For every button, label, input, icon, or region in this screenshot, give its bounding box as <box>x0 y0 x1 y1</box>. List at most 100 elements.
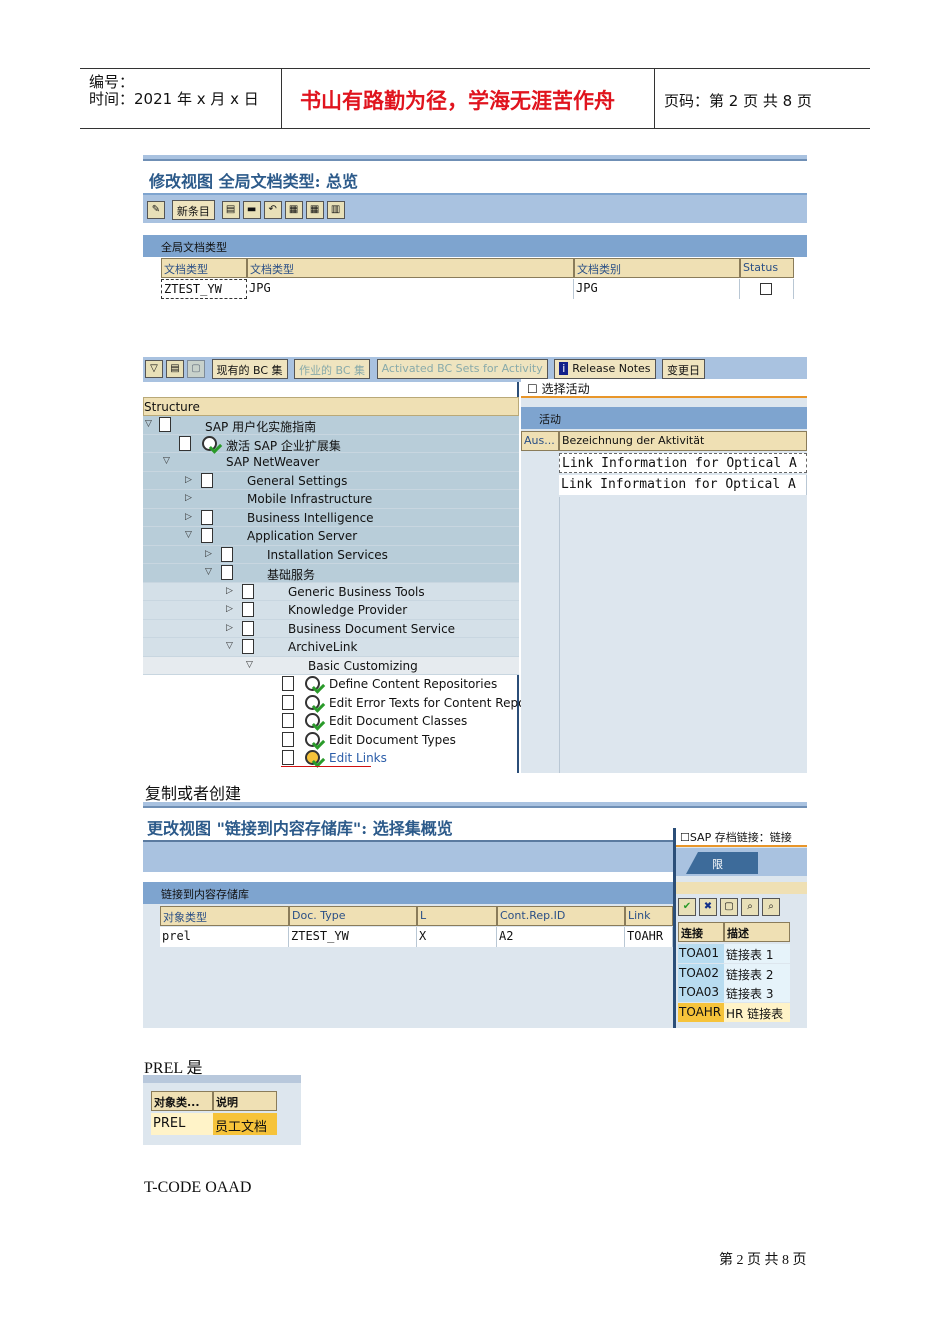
document-icon[interactable] <box>282 676 294 691</box>
tree-node[interactable]: Define Content Repositories <box>143 675 519 694</box>
link-table-code[interactable]: TOAHR <box>678 1002 724 1022</box>
tree-node[interactable]: ▷ Business Intelligence <box>143 509 519 527</box>
tree-node[interactable]: ▷ Knowledge Provider <box>143 601 519 620</box>
filter-icon[interactable]: ▽ <box>145 360 163 378</box>
document-icon[interactable] <box>282 694 294 710</box>
collapse-icon[interactable]: ▽ <box>185 530 192 540</box>
document-icon[interactable] <box>242 602 254 617</box>
col-header[interactable]: Aus... <box>521 431 559 451</box>
expand-icon[interactable]: ▷ <box>185 493 192 503</box>
undo-icon[interactable]: ↶ <box>263 201 282 219</box>
tree-node[interactable]: ▷ General Settings <box>143 472 519 490</box>
col-header[interactable]: Status <box>740 258 794 278</box>
tree-node[interactable]: ▽ 基础服务 <box>143 564 519 583</box>
expand-icon[interactable]: ▷ <box>185 512 192 522</box>
tree-node[interactable]: Edit Error Texts for Content Repo <box>143 694 525 713</box>
tree-node[interactable]: ▽ SAP NetWeaver <box>143 453 519 472</box>
document-icon[interactable] <box>282 731 294 747</box>
document-icon[interactable] <box>179 435 191 451</box>
l-cell[interactable]: X <box>417 927 497 947</box>
collapse-icon[interactable]: ▽ <box>226 641 233 651</box>
tree-icon[interactable]: ▤ <box>166 360 184 378</box>
object-type-cell[interactable]: PREL <box>151 1113 213 1135</box>
col-header[interactable]: 文档类型 <box>161 258 247 278</box>
tree-node[interactable]: ▽ Basic Customizing <box>143 657 519 675</box>
content-rep-cell[interactable]: A2 <box>497 927 625 947</box>
doc-class-cell[interactable]: JPG <box>574 279 740 299</box>
tree-node[interactable]: ▷ Mobile Infrastructure <box>143 490 519 509</box>
link-cell[interactable]: TOAHR <box>625 927 673 947</box>
document-icon[interactable] <box>242 583 254 599</box>
collapse-icon[interactable]: ▽ <box>163 456 170 466</box>
execute-clock-icon[interactable] <box>305 750 320 765</box>
change-date-button[interactable]: 变更日 <box>662 359 706 379</box>
new-entry-button[interactable]: 新条目 <box>171 200 215 220</box>
tree-node[interactable]: Edit Document Classes <box>143 712 519 731</box>
tree-node[interactable]: ▷ Business Document Service <box>143 620 519 638</box>
document-icon[interactable] <box>282 713 294 728</box>
doc-icon[interactable]: ▢ <box>187 360 205 378</box>
find-icon[interactable]: ⌕ <box>741 898 759 916</box>
col-header[interactable]: L <box>417 906 497 926</box>
expand-icon[interactable]: ▷ <box>205 549 212 559</box>
document-icon[interactable] <box>221 546 233 562</box>
document-icon[interactable] <box>221 565 233 580</box>
doc-type-cell[interactable]: ZTEST_YW <box>161 279 247 299</box>
expand-icon[interactable]: ▷ <box>226 623 233 633</box>
document-icon[interactable] <box>282 750 294 765</box>
existing-bc-sets-button[interactable]: 现有的 BC 集 <box>211 359 288 379</box>
link-table-code[interactable]: TOA03 <box>678 983 724 1002</box>
col-header[interactable]: 文档类型 <box>247 258 574 278</box>
col-header[interactable]: 对象类... <box>151 1091 213 1111</box>
expand-icon[interactable]: ▷ <box>185 475 192 485</box>
tree-node[interactable]: ▷ Installation Services <box>143 546 519 564</box>
tree-node[interactable]: Edit Links <box>143 749 519 768</box>
doc-type-desc-cell[interactable]: JPG <box>247 279 574 299</box>
delete-icon[interactable]: ▬ <box>242 201 261 219</box>
tree-node[interactable]: ▽ ArchiveLink <box>143 638 519 657</box>
link-table-desc[interactable]: HR 链接表 <box>724 1002 790 1022</box>
collapse-icon[interactable]: ▽ <box>246 660 253 670</box>
document-icon[interactable] <box>201 528 213 543</box>
tree-node[interactable]: ▽ Application Server <box>143 527 519 546</box>
col-header[interactable]: 文档类别 <box>574 258 740 278</box>
tree-node[interactable]: Edit Document Types <box>143 731 519 750</box>
new-icon[interactable]: ▢ <box>720 898 738 916</box>
execute-clock-icon[interactable] <box>305 676 320 691</box>
execute-clock-icon[interactable] <box>305 713 320 728</box>
execute-clock-icon[interactable] <box>202 435 217 451</box>
tree-node[interactable]: ▷ Generic Business Tools <box>143 583 519 601</box>
col-header[interactable]: Doc. Type <box>289 906 417 926</box>
document-icon[interactable] <box>159 417 171 432</box>
expand-icon[interactable]: ▷ <box>226 586 233 596</box>
edit-icon[interactable]: ✎ <box>147 201 165 219</box>
col-header[interactable]: 描述 <box>724 922 790 942</box>
activity-row[interactable]: Link Information for Optical A <box>559 453 807 473</box>
execute-clock-icon[interactable] <box>305 694 320 710</box>
document-icon[interactable] <box>201 472 213 488</box>
tab-restrictions[interactable]: 限制 <box>686 852 758 874</box>
cancel-icon[interactable]: ✖ <box>699 898 717 916</box>
col-header[interactable]: Cont.Rep.ID <box>497 906 625 926</box>
release-notes-button[interactable]: i Release Notes <box>554 359 656 379</box>
select-block-icon[interactable]: ▦ <box>305 201 324 219</box>
expand-icon[interactable]: ▷ <box>226 604 233 614</box>
document-icon[interactable] <box>242 639 254 654</box>
activity-row[interactable]: Link Information for Optical A <box>559 475 807 495</box>
doc-type-cell[interactable]: ZTEST_YW <box>289 927 417 947</box>
object-type-cell[interactable]: prel <box>160 927 289 947</box>
active-bc-sets-button[interactable]: 作业的 BC 集 <box>294 359 371 379</box>
link-table-desc[interactable]: 链接表 3 <box>724 983 790 1002</box>
find-next-icon[interactable]: ⌕ <box>762 898 780 916</box>
col-header[interactable]: 说明 <box>213 1091 277 1111</box>
link-table-desc[interactable]: 链接表 2 <box>724 963 790 983</box>
link-table-code[interactable]: TOA01 <box>678 944 724 963</box>
activated-bc-sets-button[interactable]: Activated BC Sets for Activity <box>376 359 548 379</box>
tree-node[interactable]: ▽ SAP 用户化实施指南 <box>143 416 519 435</box>
execute-clock-icon[interactable] <box>305 731 320 747</box>
col-header[interactable]: Link <box>625 906 673 926</box>
tree-node[interactable]: 激活 SAP 企业扩展集 <box>143 435 519 453</box>
link-table-code[interactable]: TOA02 <box>678 963 724 983</box>
status-checkbox[interactable] <box>760 283 772 295</box>
col-header[interactable]: 对象类型 <box>160 906 289 926</box>
